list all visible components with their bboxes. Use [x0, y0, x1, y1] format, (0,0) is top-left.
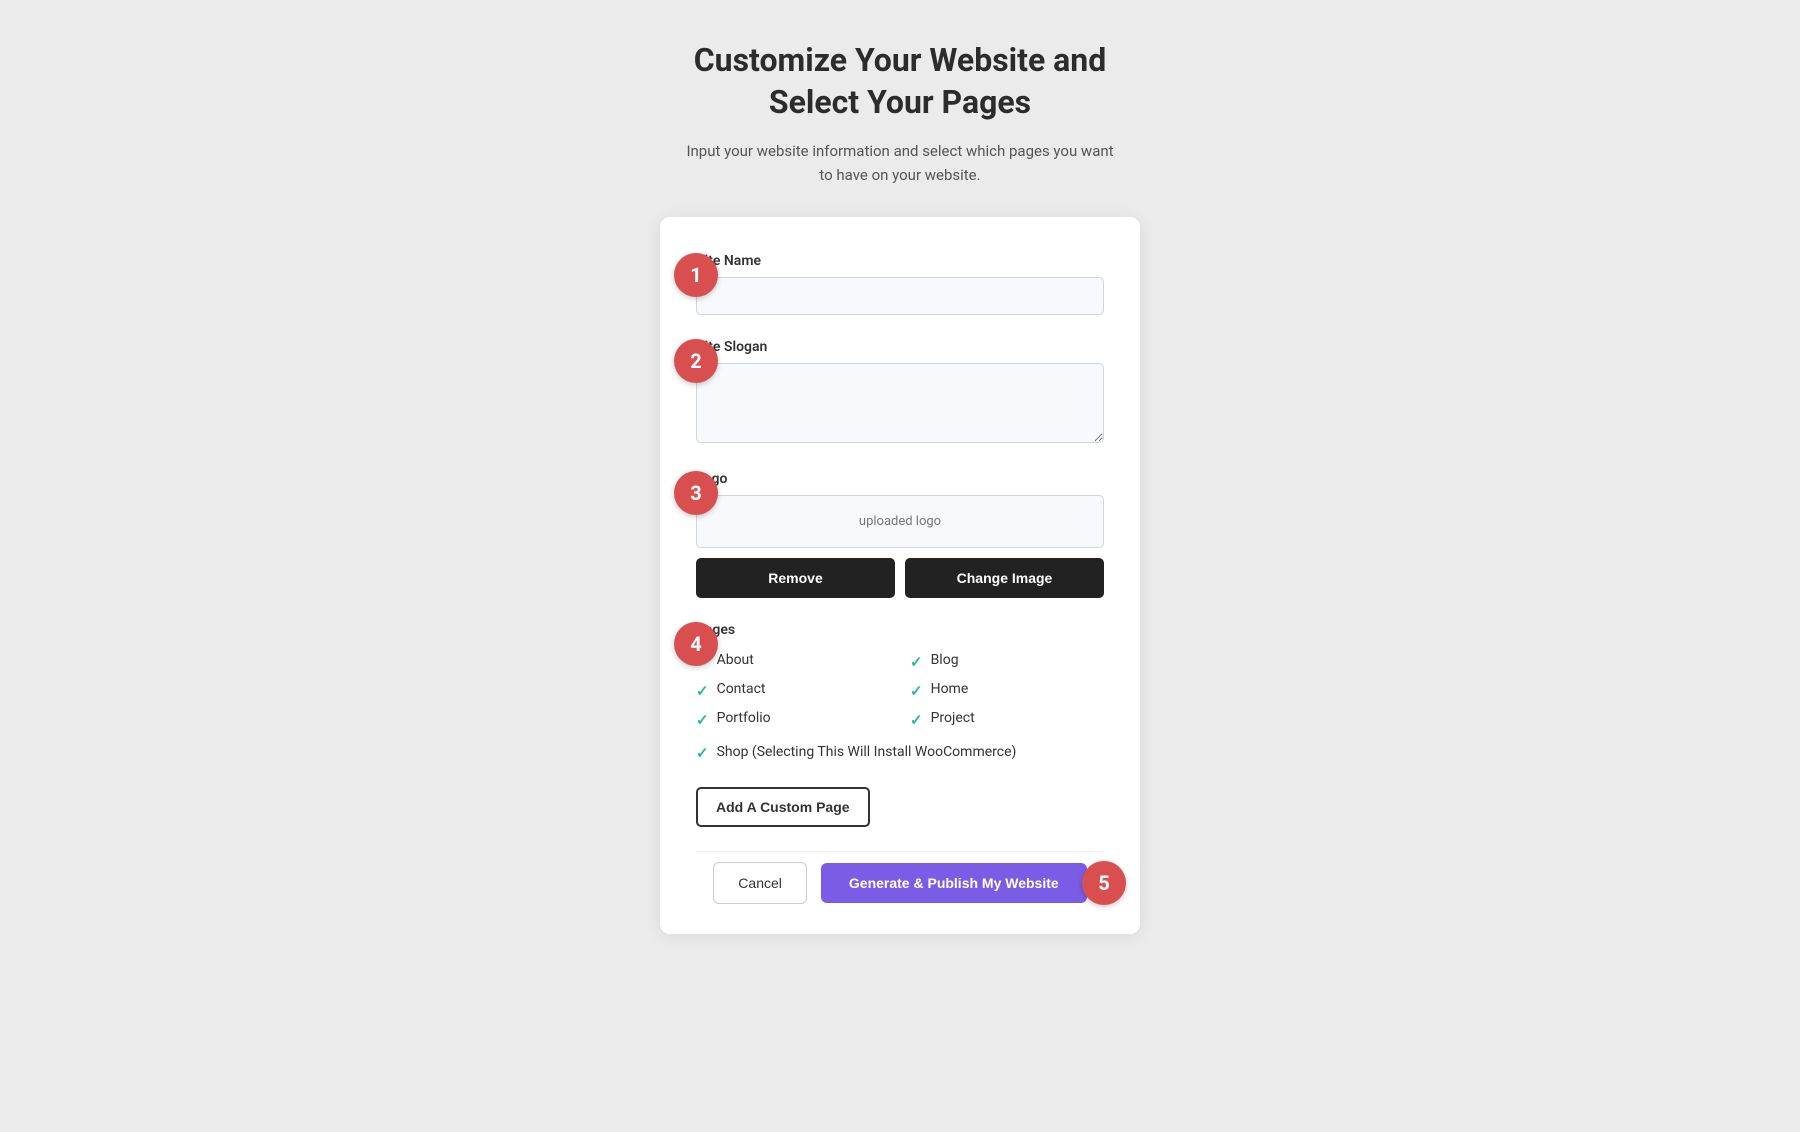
logo-section: 3 Logo uploaded logo Remove Change Image: [696, 471, 1104, 598]
pages-section: 4 Pages ✓ About ✓ Blog ✓ Contact ✓ Home …: [696, 622, 1104, 827]
logo-preview: uploaded logo: [696, 495, 1104, 548]
step-badge-4: 4: [674, 622, 718, 666]
check-icon-project: ✓: [910, 711, 923, 729]
check-icon-shop: ✓: [696, 744, 709, 762]
page-item-blog[interactable]: ✓ Blog: [910, 652, 1104, 671]
page-label-home: Home: [931, 681, 969, 697]
logo-preview-text: uploaded logo: [859, 514, 941, 529]
page-item-portfolio[interactable]: ✓ Portfolio: [696, 710, 890, 729]
publish-button[interactable]: Generate & Publish My Website: [821, 863, 1087, 903]
page-item-shop[interactable]: ✓ Shop (Selecting This Will Install WooC…: [696, 743, 1104, 763]
page-label-about: About: [717, 652, 754, 668]
pages-grid: ✓ About ✓ Blog ✓ Contact ✓ Home ✓ Portfo…: [696, 652, 1104, 729]
check-icon-contact: ✓: [696, 682, 709, 700]
check-icon-blog: ✓: [910, 653, 923, 671]
cancel-button[interactable]: Cancel: [713, 862, 807, 904]
page-label-portfolio: Portfolio: [717, 710, 771, 726]
step-badge-5: 5: [1082, 861, 1126, 905]
page-header: Customize Your Website and Select Your P…: [680, 40, 1120, 187]
page-label-contact: Contact: [717, 681, 766, 697]
add-custom-page-button[interactable]: Add A Custom Page: [696, 787, 870, 827]
page-subtitle: Input your website information and selec…: [680, 139, 1120, 187]
check-icon-home: ✓: [910, 682, 923, 700]
pages-label: Pages: [696, 622, 1104, 638]
site-name-label: Site Name: [696, 253, 1104, 269]
change-image-button[interactable]: Change Image: [905, 558, 1104, 598]
page-item-contact[interactable]: ✓ Contact: [696, 681, 890, 700]
site-name-section: 1 Site Name: [696, 253, 1104, 315]
logo-buttons: Remove Change Image: [696, 558, 1104, 598]
main-card: 1 Site Name 2 Site Slogan 3 Logo uploade…: [660, 217, 1140, 934]
site-slogan-label: Site Slogan: [696, 339, 1104, 355]
page-item-project[interactable]: ✓ Project: [910, 710, 1104, 729]
remove-button[interactable]: Remove: [696, 558, 895, 598]
step-badge-1: 1: [674, 253, 718, 297]
page-label-shop: Shop (Selecting This Will Install WooCom…: [717, 743, 1017, 763]
step-badge-3: 3: [674, 471, 718, 515]
site-slogan-input[interactable]: [696, 363, 1104, 443]
logo-label: Logo: [696, 471, 1104, 487]
page-label-project: Project: [931, 710, 975, 726]
page-label-blog: Blog: [931, 652, 959, 668]
check-icon-portfolio: ✓: [696, 711, 709, 729]
card-footer: Cancel Generate & Publish My Website 5: [696, 851, 1104, 904]
site-slogan-section: 2 Site Slogan: [696, 339, 1104, 447]
step-badge-2: 2: [674, 339, 718, 383]
site-name-input[interactable]: [696, 277, 1104, 315]
page-item-home[interactable]: ✓ Home: [910, 681, 1104, 700]
page-item-about[interactable]: ✓ About: [696, 652, 890, 671]
page-title: Customize Your Website and Select Your P…: [680, 40, 1120, 123]
